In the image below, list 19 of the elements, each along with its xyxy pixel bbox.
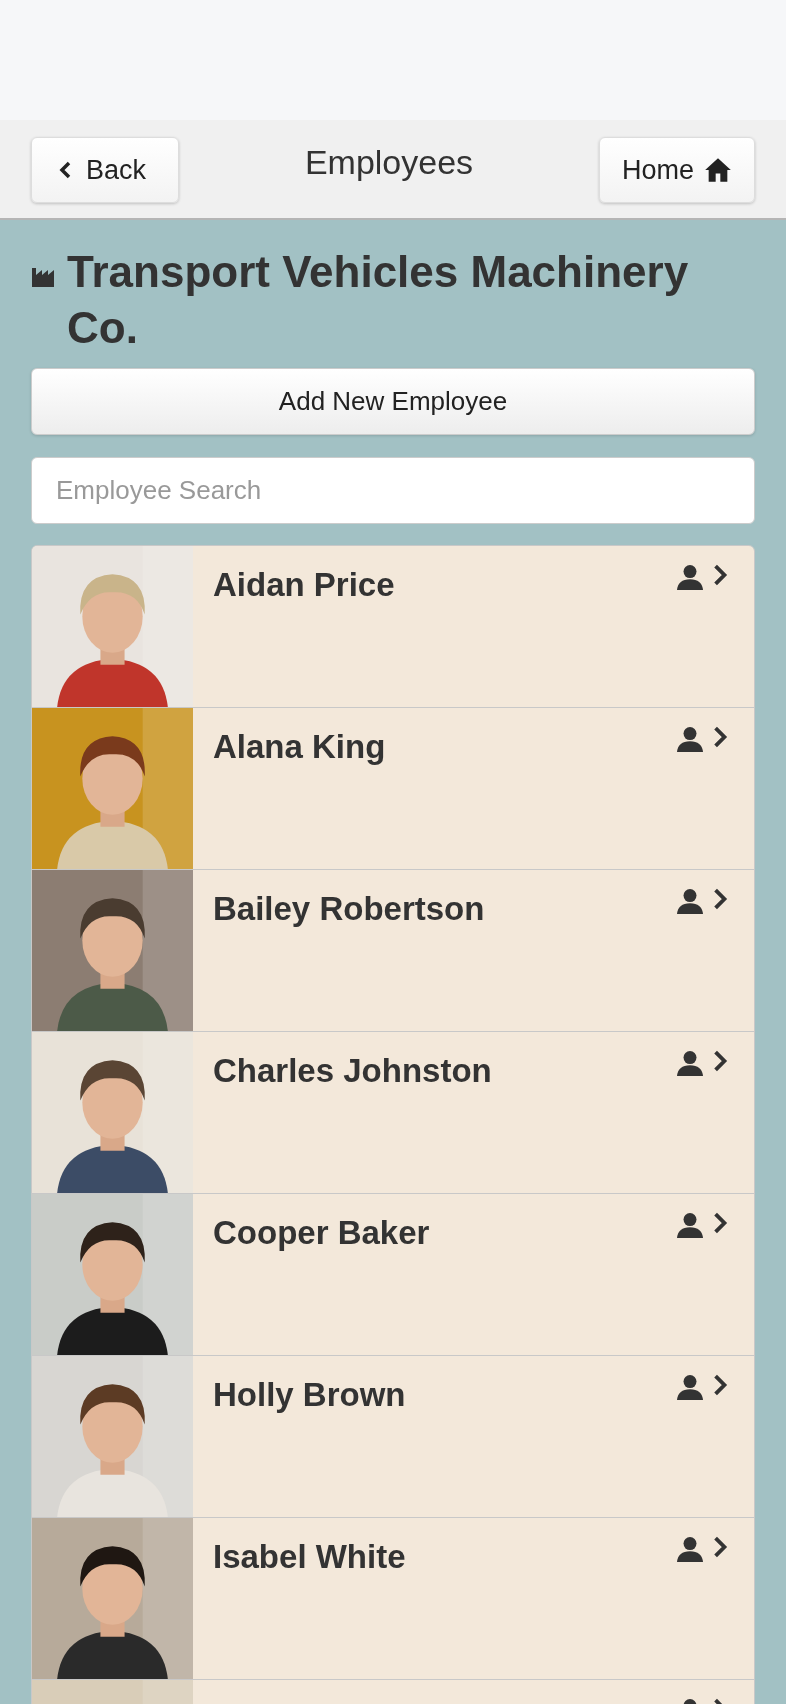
employee-row[interactable]: Cooper Baker [32, 1194, 754, 1356]
back-button[interactable]: Back [31, 137, 180, 203]
employee-name: Cooper Baker [213, 1214, 431, 1252]
employee-row[interactable]: Bailey Robertson [32, 870, 754, 1032]
home-button[interactable]: Home [598, 137, 755, 203]
employee-row[interactable]: Alana King [32, 708, 754, 870]
employee-row[interactable]: Charles Johnston [32, 1032, 754, 1194]
employee-name: Charles Johnston [213, 1052, 493, 1090]
search-field[interactable]: Employee Search [31, 457, 755, 524]
employee-name: Isabel White [213, 1538, 407, 1576]
employee-row[interactable]: Aidan Price [32, 546, 754, 708]
employee-name: Bailey Robertson [213, 890, 486, 928]
company-name: Transport Vehicles Machinery Co. [67, 246, 690, 354]
page-title: Employees [304, 142, 474, 182]
employee-name: Alana King [213, 728, 387, 766]
employee-name: Aidan Price [213, 566, 396, 604]
add-employee-button[interactable]: Add New Employee [31, 368, 755, 435]
employee-row[interactable]: Holly Brown [32, 1356, 754, 1518]
employee-name: Holly Brown [213, 1376, 407, 1414]
